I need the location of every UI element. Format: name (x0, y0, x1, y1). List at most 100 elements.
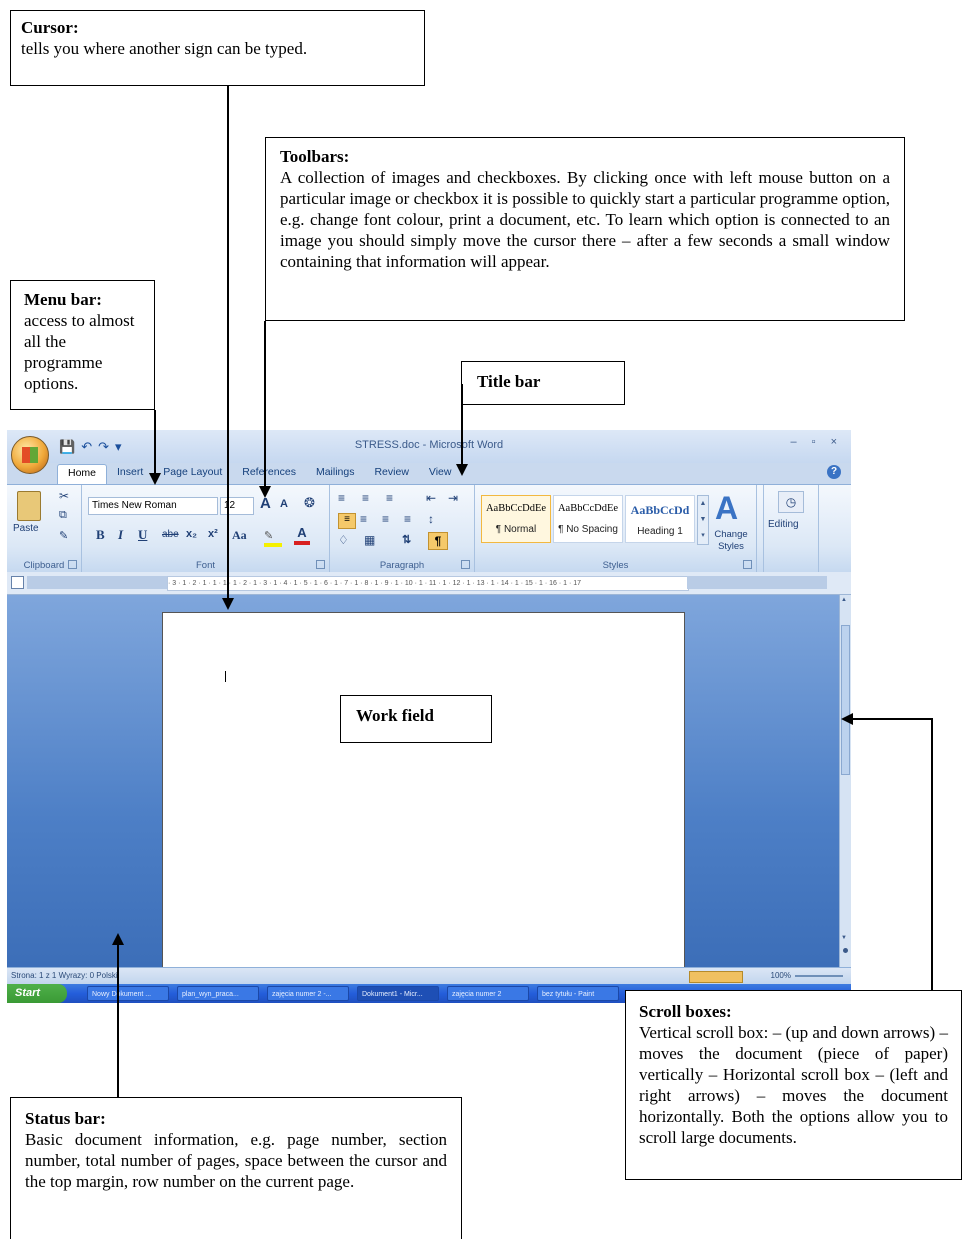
tab-insert[interactable]: Insert (107, 464, 153, 484)
styles-launcher-icon[interactable] (743, 560, 752, 569)
toolbars-callout: Toolbars: A collection of images and che… (265, 137, 905, 321)
align-left-icon[interactable]: ≡ (338, 513, 356, 529)
sort-icon[interactable]: ⇅ (402, 533, 411, 546)
copy-icon[interactable]: ⧉ (59, 509, 67, 522)
cursor-callout: Cursor: tells you where another sign can… (10, 10, 425, 86)
work-field-callout-title: Work field (356, 706, 434, 725)
taskbar-item[interactable]: Dokument1 - Micr... (357, 986, 439, 1001)
vertical-scrollbar[interactable]: ▲ ▼ (839, 595, 851, 967)
menu-bar-arrow-icon (149, 473, 161, 485)
vertical-scroll-thumb[interactable] (841, 625, 850, 775)
style-no-spacing[interactable]: AaBbCcDdEe ¶ No Spacing (553, 495, 623, 543)
zoom-slider[interactable] (795, 975, 843, 977)
font-launcher-icon[interactable] (316, 560, 325, 569)
highlight-color-icon[interactable]: ✎ (264, 529, 282, 547)
line-spacing-icon[interactable]: ↕ (428, 512, 434, 526)
tab-references[interactable]: References (232, 464, 306, 484)
status-bar-callout: Status bar: Basic document information, … (10, 1097, 462, 1239)
paragraph-launcher-icon[interactable] (461, 560, 470, 569)
ribbon: Paste ✂ ⧉ ✎ Clipboard Times New Roman 12… (7, 484, 851, 573)
tab-review[interactable]: Review (364, 464, 418, 484)
align-center-icon[interactable]: ≡ (360, 512, 367, 526)
styles-scroll-icon[interactable]: ▲ ▼ ▾ (697, 495, 709, 545)
title-bar-callout-title: Title bar (477, 372, 541, 391)
scroll-boxes-callout-body: Vertical scroll box: – (up and down arro… (639, 1023, 948, 1147)
window-controls[interactable]: – ▫ × (790, 436, 843, 448)
scroll-boxes-callout-title: Scroll boxes: (639, 1002, 732, 1021)
ruler-left-margin (27, 576, 167, 589)
ruler-scale[interactable]: · 3 · 1 · 2 · 1 · 1 · 1 · 1 · 2 · 1 · 3 … (167, 576, 689, 591)
tab-page-layout[interactable]: Page Layout (153, 464, 232, 484)
scroll-boxes-arrow-icon (841, 713, 853, 725)
clear-formatting-icon[interactable]: ❂ (304, 495, 315, 511)
paragraph-label: Paragraph (379, 560, 425, 571)
numbering-icon[interactable]: ≡ (362, 491, 369, 505)
taskbar-item[interactable]: plan_wyn_praca... (177, 986, 259, 1001)
start-button[interactable]: Start (7, 984, 67, 1003)
show-formatting-button[interactable]: ¶ (428, 532, 448, 550)
paste-button[interactable]: Paste (13, 523, 39, 534)
style-no-spacing-name: ¶ No Spacing (558, 524, 618, 535)
strikethrough-button[interactable]: abe (162, 529, 179, 540)
italic-button[interactable]: I (118, 527, 123, 543)
taskbar-item[interactable]: Nowy Dokument ... (87, 986, 169, 1001)
shrink-font-button[interactable]: A (280, 498, 288, 510)
menu-bar-callout: Menu bar: access to almost all the progr… (10, 280, 155, 410)
view-buttons[interactable] (689, 971, 743, 983)
change-styles-button[interactable]: Change Styles (711, 529, 751, 553)
tab-mailings[interactable]: Mailings (306, 464, 365, 484)
change-styles-icon[interactable]: A (715, 491, 738, 525)
tab-selector-icon[interactable] (11, 576, 24, 589)
toolbars-callout-body: A collection of images and checkboxes. B… (280, 168, 890, 271)
shading-icon[interactable]: ♢ (338, 533, 349, 547)
taskbar-item[interactable]: bez tytułu - Paint (537, 986, 619, 1001)
styles-group: AaBbCcDdEe ¶ Normal AaBbCcDdEe ¶ No Spac… (475, 485, 757, 572)
paste-icon[interactable] (17, 491, 41, 521)
text-cursor (225, 671, 226, 682)
document-page[interactable] (162, 612, 685, 972)
bullets-icon[interactable]: ≡ (338, 491, 345, 505)
underline-button[interactable]: U (138, 527, 147, 543)
style-normal-sample: AaBbCcDdEe (485, 503, 547, 514)
superscript-button[interactable]: x² (208, 528, 218, 540)
align-right-icon[interactable]: ≡ (382, 512, 389, 526)
menu-bar-callout-body: access to almost all the programme optio… (24, 311, 135, 393)
borders-icon[interactable]: ▦ (364, 533, 375, 547)
toolbars-callout-title: Toolbars: (280, 147, 350, 166)
taskbar-item[interactable]: zajęcia numer 2 (447, 986, 529, 1001)
increase-indent-icon[interactable]: ⇥ (448, 491, 458, 505)
bold-button[interactable]: B (96, 527, 105, 543)
office-button[interactable] (11, 436, 49, 474)
title-bar-arrow-icon (456, 464, 468, 476)
style-normal-name: ¶ Normal (495, 524, 537, 535)
taskbar-item[interactable]: zajęcia numer 2 -... (267, 986, 349, 1001)
editing-button[interactable]: Editing (768, 519, 799, 530)
format-painter-icon[interactable]: ✎ (59, 529, 68, 542)
zoom-level[interactable]: 100% (771, 968, 791, 984)
browse-object-icon[interactable] (843, 948, 848, 953)
style-normal[interactable]: AaBbCcDdEe ¶ Normal (481, 495, 551, 543)
font-name-select[interactable]: Times New Roman (88, 497, 218, 515)
ribbon-tabs: Home Insert Page Layout References Maili… (57, 464, 461, 484)
style-heading-1[interactable]: AaBbCcDd Heading 1 (625, 495, 695, 543)
ruler: · 3 · 1 · 2 · 1 · 1 · 1 · 1 · 2 · 1 · 3 … (7, 572, 851, 595)
font-color-icon[interactable]: A (294, 525, 310, 545)
scroll-boxes-connector-h (852, 718, 932, 720)
change-case-button[interactable]: Aa (232, 528, 247, 543)
toolbars-connector (264, 321, 266, 487)
cut-icon[interactable]: ✂ (59, 489, 69, 503)
help-icon[interactable]: ? (827, 465, 841, 479)
cursor-callout-body: tells you where another sign can be type… (21, 39, 308, 58)
multilevel-list-icon[interactable]: ≡ (386, 491, 393, 505)
find-icon[interactable]: ◷ (778, 491, 804, 513)
style-heading-1-sample: AaBbCcDd (630, 503, 690, 517)
scroll-up-icon[interactable]: ▲ (841, 597, 847, 603)
clipboard-launcher-icon[interactable] (68, 560, 77, 569)
scroll-boxes-callout: Scroll boxes: Vertical scroll box: – (up… (625, 990, 962, 1180)
font-size-select[interactable]: 12 (220, 497, 254, 515)
tab-home[interactable]: Home (57, 464, 108, 484)
justify-icon[interactable]: ≡ (404, 512, 411, 526)
decrease-indent-icon[interactable]: ⇤ (426, 491, 436, 505)
subscript-button[interactable]: x₂ (186, 528, 197, 540)
scroll-down-icon[interactable]: ▼ (841, 935, 847, 941)
